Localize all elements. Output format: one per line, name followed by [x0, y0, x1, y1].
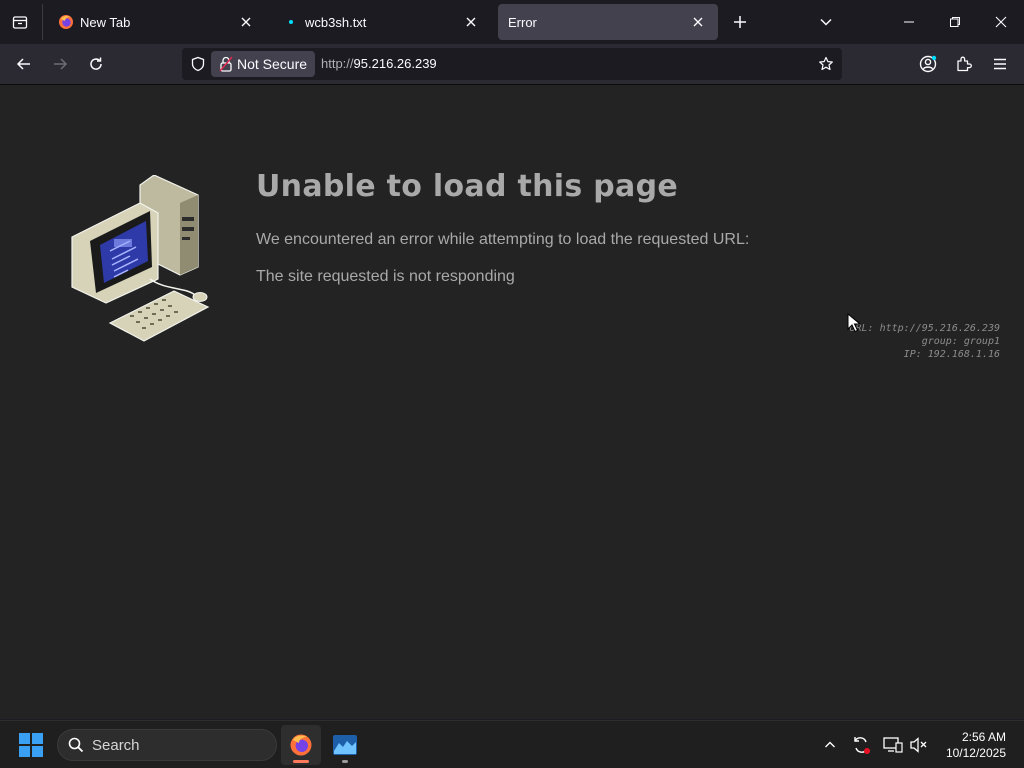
tracking-protection-shield-icon[interactable] — [188, 54, 208, 74]
tab-strip: New Tab wcb3sh.txt Error — [0, 0, 1024, 44]
sync-icon — [854, 737, 870, 754]
meta-group: group: group1 — [921, 336, 1000, 347]
forward-button[interactable] — [46, 50, 74, 78]
close-icon[interactable] — [688, 12, 708, 32]
reload-icon — [90, 57, 102, 70]
url-text[interactable]: http://95.216.26.239 — [321, 56, 437, 71]
arrow-right-icon — [54, 58, 68, 70]
close-icon[interactable] — [461, 12, 481, 32]
back-button[interactable] — [10, 50, 38, 78]
puzzle-icon — [957, 56, 972, 72]
retro-computer-illustration — [70, 174, 210, 350]
app-menu-button[interactable] — [986, 50, 1014, 78]
plus-icon — [734, 16, 746, 28]
lock-warning-icon — [219, 56, 233, 72]
new-tab-button[interactable] — [728, 10, 752, 34]
system-clock[interactable]: 2:56 AM 10/12/2025 — [946, 729, 1006, 761]
tab-title: Error — [508, 14, 537, 30]
restore-icon — [950, 17, 960, 27]
tab-separator — [42, 4, 43, 40]
meta-ip: IP: 192.168.1.16 — [903, 349, 1000, 360]
minimize-button[interactable] — [886, 0, 932, 44]
arrow-left-icon — [16, 58, 30, 70]
volume-button[interactable] — [907, 733, 931, 757]
firefox-view-button[interactable] — [8, 10, 32, 34]
clock-date: 10/12/2025 — [945, 746, 1006, 760]
search-label: Search — [92, 736, 140, 754]
search-icon — [68, 737, 84, 753]
not-secure-label: Not Secure — [237, 56, 308, 72]
firefox-icon — [290, 734, 312, 756]
account-button[interactable] — [914, 50, 942, 78]
tab-new-tab[interactable]: New Tab — [48, 4, 266, 40]
account-icon — [919, 55, 937, 73]
taskbar-app-monitor[interactable] — [325, 725, 365, 765]
tab-title: wcb3sh.txt — [305, 14, 367, 30]
running-indicator — [342, 760, 348, 763]
url-bar[interactable]: Not Secure http://95.216.26.239 — [182, 48, 842, 80]
not-secure-indicator[interactable]: Not Secure — [211, 51, 316, 77]
windows-start-button[interactable] — [19, 733, 43, 757]
restore-button[interactable] — [932, 0, 978, 44]
error-reason: The site requested is not responding — [256, 268, 515, 285]
image-app-icon — [333, 735, 357, 755]
error-description: We encountered an error while attempting… — [256, 231, 750, 248]
windows-logo-icon — [19, 733, 43, 757]
network-button[interactable] — [881, 733, 905, 757]
reload-button[interactable] — [82, 50, 110, 78]
mouse-cursor-icon — [847, 312, 862, 338]
taskbar-search[interactable]: Search — [57, 729, 277, 761]
firefox-icon — [58, 14, 74, 30]
tab-error[interactable]: Error — [498, 4, 718, 40]
navigation-toolbar: Not Secure http://95.216.26.239 — [0, 44, 1024, 85]
close-icon — [995, 16, 1007, 28]
show-hidden-icons-button[interactable] — [818, 733, 842, 757]
close-window-button[interactable] — [978, 0, 1024, 44]
list-all-tabs-button[interactable] — [814, 10, 838, 34]
clock-time: 2:56 AM — [961, 730, 1006, 744]
speaker-muted-icon — [910, 737, 927, 753]
close-icon[interactable] — [236, 12, 256, 32]
request-details: URL: http://95.216.26.239 group: group1 … — [849, 322, 1000, 361]
tab-wcb3sh[interactable]: wcb3sh.txt — [273, 4, 491, 40]
chevron-down-icon — [820, 18, 832, 26]
taskbar: Search 2:56 AM 10/12/2025 — [0, 720, 1024, 768]
url-scheme: http:// — [321, 56, 354, 71]
hamburger-menu-icon — [994, 58, 1006, 70]
chevron-up-icon — [825, 741, 835, 748]
taskbar-firefox[interactable] — [281, 725, 321, 765]
error-title: Unable to load this page — [256, 169, 678, 204]
extensions-button[interactable] — [950, 50, 978, 78]
firefox-view-icon — [12, 16, 28, 29]
tab-title: New Tab — [80, 14, 131, 30]
url-host: 95.216.26.239 — [353, 56, 437, 71]
meta-url: URL: http://95.216.26.239 — [849, 323, 1000, 334]
network-monitor-icon — [883, 737, 903, 753]
minimize-icon — [904, 21, 914, 23]
bookmark-star-icon[interactable] — [816, 54, 836, 74]
active-indicator — [293, 760, 309, 763]
sync-status-button[interactable] — [849, 733, 873, 757]
error-page: Unable to load this page We encountered … — [0, 85, 1024, 719]
file-dot-icon — [283, 14, 299, 30]
